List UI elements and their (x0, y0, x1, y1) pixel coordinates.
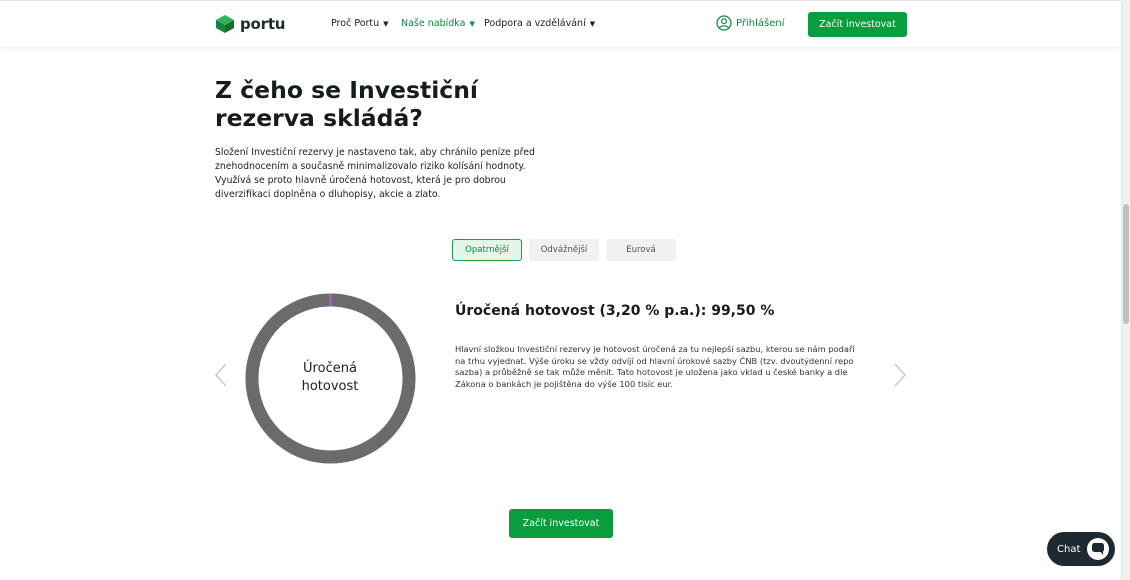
chat-button[interactable]: Chat (1047, 532, 1115, 566)
start-investing-button[interactable]: Začít investovat (509, 509, 613, 538)
component-description: Hlavní složkou Investiční rezervy je hot… (455, 344, 855, 389)
chevron-down-icon: ▼ (589, 19, 596, 28)
login-label: Přihlášení (736, 17, 785, 29)
logo-text: portu (240, 15, 286, 33)
chevron-down-icon: ▼ (469, 19, 475, 28)
scrollbar[interactable] (1121, 0, 1130, 580)
page-title: Z čeho se Investiční rezerva skládá? (215, 76, 478, 132)
start-investing-button-header[interactable]: Začít investovat (808, 12, 907, 37)
donut-center-label: Úročená hotovost (301, 361, 359, 394)
login-link[interactable]: Přihlášení (716, 15, 784, 31)
chevron-right-icon[interactable] (893, 362, 907, 388)
nav-podpora[interactable]: Podpora a vzdělávání ▼ (484, 18, 595, 29)
chevron-left-icon[interactable] (214, 362, 228, 388)
chat-label: Chat (1057, 543, 1081, 555)
site-header: portu Proč Portu ▼ Naše nabídka ▼ Podpor… (0, 0, 1122, 47)
portu-logo-icon (216, 15, 234, 33)
chat-bubble-icon (1087, 538, 1109, 560)
component-title: Úročená hotovost (3,20 % p.a.): 99,50 % (455, 303, 775, 319)
intro-text: Složení Investiční rezervy je nastaveno … (215, 147, 535, 200)
tab-eurova[interactable]: Eurová (606, 239, 676, 261)
user-icon (716, 15, 732, 31)
chevron-down-icon: ▼ (383, 19, 389, 28)
scrollbar-thumb[interactable] (1123, 204, 1129, 324)
strategy-tabs: Opatrnější Odvážnější Eurová (452, 239, 676, 261)
nav-nase-nabidka[interactable]: Naše nabídka ▼ (401, 18, 475, 29)
nav-label: Proč Portu (331, 18, 380, 29)
portu-logo[interactable]: portu (215, 13, 285, 35)
tab-opatrnejsi[interactable]: Opatrnější (452, 239, 522, 261)
nav-label: Naše nabídka (401, 18, 466, 29)
nav-proc-portu[interactable]: Proč Portu ▼ (331, 18, 389, 29)
tab-odvaznejsi[interactable]: Odvážnější (529, 239, 599, 261)
nav-label: Podpora a vzdělávání (484, 18, 586, 29)
